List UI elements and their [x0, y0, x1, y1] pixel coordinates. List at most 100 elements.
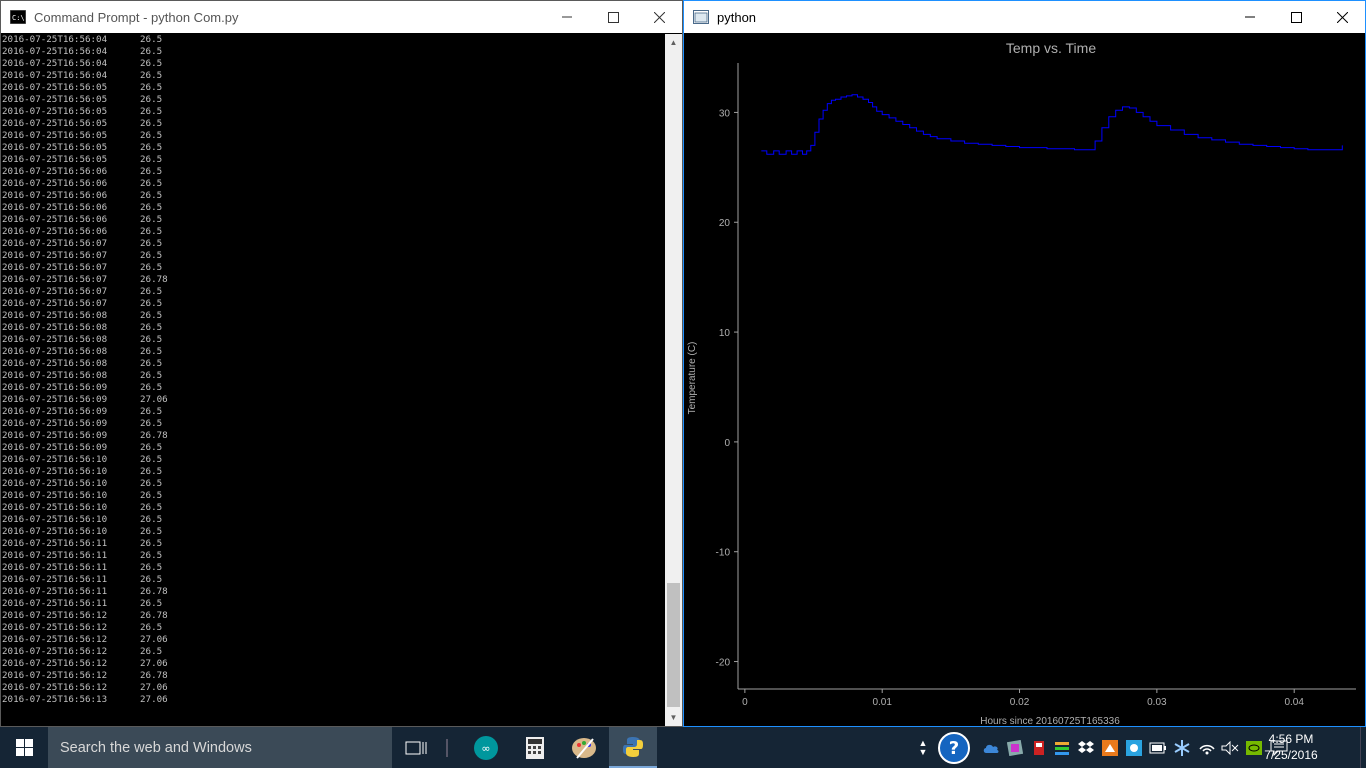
nvidia-icon: [1246, 740, 1262, 755]
cmd-maximize-button[interactable]: [590, 1, 636, 33]
console-line: 2016-07-25T16:56:04 26.5: [2, 46, 664, 58]
scroll-up-arrow-icon[interactable]: ▲: [665, 34, 682, 51]
x-tick-label: 0.03: [1147, 697, 1167, 708]
console-value: 26.5: [140, 526, 163, 537]
console-line: 2016-07-25T16:56:08 26.5: [2, 334, 664, 346]
console-timestamp: 2016-07-25T16:56:09: [2, 394, 108, 405]
tray-volume[interactable]: [1219, 727, 1241, 768]
taskbar-clock[interactable]: 4:56 PM 7/25/2016: [1261, 731, 1321, 763]
tray-app-3[interactable]: [1051, 727, 1073, 768]
console-timestamp: 2016-07-25T16:56:08: [2, 322, 108, 333]
console-line: 2016-07-25T16:56:10 26.5: [2, 502, 664, 514]
tray-dropbox[interactable]: [1075, 727, 1097, 768]
console-timestamp: 2016-07-25T16:56:11: [2, 550, 108, 561]
console-value: 26.5: [140, 538, 163, 549]
console-line: 2016-07-25T16:56:05 26.5: [2, 106, 664, 118]
console-timestamp: 2016-07-25T16:56:12: [2, 658, 108, 669]
console-value: 26.5: [140, 106, 163, 117]
console-value: 26.5: [140, 382, 163, 393]
cmd-titlebar[interactable]: C:\ Command Prompt - python Com.py: [1, 1, 682, 33]
taskbar-app-paint[interactable]: [560, 727, 608, 768]
cmd-minimize-button[interactable]: [544, 1, 590, 33]
show-desktop-button[interactable]: [1360, 727, 1366, 768]
console-line: 2016-07-25T16:56:11 26.5: [2, 598, 664, 610]
console-timestamp: 2016-07-25T16:56:12: [2, 634, 108, 645]
console-value: 26.5: [140, 310, 163, 321]
console-line: 2016-07-25T16:56:05 26.5: [2, 130, 664, 142]
console-timestamp: 2016-07-25T16:56:06: [2, 226, 108, 237]
scroll-thumb[interactable]: [667, 583, 680, 707]
python-minimize-button[interactable]: [1227, 1, 1273, 33]
tray-app-1[interactable]: [1004, 727, 1026, 768]
cmd-window[interactable]: C:\ Command Prompt - python Com.py 2016-…: [0, 0, 683, 727]
maximize-icon: [607, 11, 619, 23]
console-value: 26.78: [140, 610, 168, 621]
console-line: 2016-07-25T16:56:07 26.78: [2, 274, 664, 286]
console-line: 2016-07-25T16:56:06 26.5: [2, 166, 664, 178]
scroll-down-arrow-icon[interactable]: ▼: [665, 709, 682, 726]
console-timestamp: 2016-07-25T16:56:04: [2, 70, 108, 81]
tray-app-2[interactable]: [1028, 727, 1050, 768]
console-line: 2016-07-25T16:56:08 26.5: [2, 310, 664, 322]
console-line: 2016-07-25T16:56:06 26.5: [2, 190, 664, 202]
tray-app-5[interactable]: [1123, 727, 1145, 768]
console-timestamp: 2016-07-25T16:56:10: [2, 454, 108, 465]
taskbar-app-python[interactable]: [609, 727, 657, 768]
console-timestamp: 2016-07-25T16:56:05: [2, 94, 108, 105]
console-value: 26.5: [140, 370, 163, 381]
cmd-close-button[interactable]: [636, 1, 682, 33]
tray-wifi[interactable]: [1196, 727, 1218, 768]
console-value: 26.5: [140, 34, 163, 45]
console-line: 2016-07-25T16:56:04 26.5: [2, 34, 664, 46]
svg-text:?: ?: [949, 738, 959, 759]
tray-battery[interactable]: [1147, 727, 1169, 768]
console-timestamp: 2016-07-25T16:56:10: [2, 502, 108, 513]
tray-app-6[interactable]: [1171, 727, 1193, 768]
console-value: 26.5: [140, 358, 163, 369]
temp-chart[interactable]: Temp vs. Time 30 20 10 0 -10 -20 0 0.01 0.02 0.0…: [684, 33, 1365, 727]
console-timestamp: 2016-07-25T16:56:08: [2, 310, 108, 321]
taskbar-app-arduino[interactable]: ∞: [462, 727, 510, 768]
close-icon: [653, 11, 665, 23]
minimize-icon: [1245, 16, 1255, 18]
tray-help-button[interactable]: ?: [935, 727, 973, 768]
console-line: 2016-07-25T16:56:10 26.5: [2, 454, 664, 466]
console-line: 2016-07-25T16:56:05 26.5: [2, 154, 664, 166]
python-window[interactable]: python Temp vs. Time 30 20 10 0 -10 -20 0 0.01…: [683, 0, 1366, 727]
python-titlebar[interactable]: python: [684, 1, 1365, 33]
console-line: 2016-07-25T16:56:08 26.5: [2, 370, 664, 382]
taskbar-app-calculator[interactable]: [511, 727, 559, 768]
python-title: python: [717, 9, 757, 25]
console-timestamp: 2016-07-25T16:56:11: [2, 562, 108, 573]
console-line: 2016-07-25T16:56:08 26.5: [2, 358, 664, 370]
console-scrollbar[interactable]: ▲ ▼: [665, 34, 682, 726]
start-button[interactable]: [0, 727, 48, 768]
console-timestamp: 2016-07-25T16:56:12: [2, 646, 108, 657]
console-value: 26.5: [140, 622, 163, 633]
console-line: 2016-07-25T16:56:06 26.5: [2, 178, 664, 190]
console-timestamp: 2016-07-25T16:56:12: [2, 622, 108, 633]
console-value: 26.5: [140, 550, 163, 561]
tray-app-4[interactable]: [1099, 727, 1121, 768]
console-timestamp: 2016-07-25T16:56:09: [2, 382, 108, 393]
console-value: 27.06: [140, 394, 168, 405]
console-timestamp: 2016-07-25T16:56:11: [2, 598, 108, 609]
task-view-button[interactable]: [395, 727, 437, 768]
python-close-button[interactable]: [1319, 1, 1365, 33]
x-tick-label: 0.01: [872, 697, 892, 708]
console-timestamp: 2016-07-25T16:56:04: [2, 34, 108, 45]
y-tick-label: 10: [719, 328, 731, 339]
console-timestamp: 2016-07-25T16:56:10: [2, 514, 108, 525]
taskbar-search-box[interactable]: Search the web and Windows: [48, 727, 392, 768]
console-output[interactable]: 2016-07-25T16:56:04 26.5 2016-07-25T16:56:…: [2, 34, 664, 726]
tray-overflow-button[interactable]: ▲ ▼: [916, 727, 930, 768]
console-value: 26.5: [140, 238, 163, 249]
console-value: 26.5: [140, 82, 163, 93]
console-line: 2016-07-25T16:56:12 27.06: [2, 658, 664, 670]
calculator-icon: [526, 736, 544, 759]
python-maximize-button[interactable]: [1273, 1, 1319, 33]
console-timestamp: 2016-07-25T16:56:08: [2, 346, 108, 357]
windows-logo-icon: [15, 739, 33, 756]
tray-onedrive[interactable]: [980, 727, 1002, 768]
console-line: 2016-07-25T16:56:12 27.06: [2, 682, 664, 694]
